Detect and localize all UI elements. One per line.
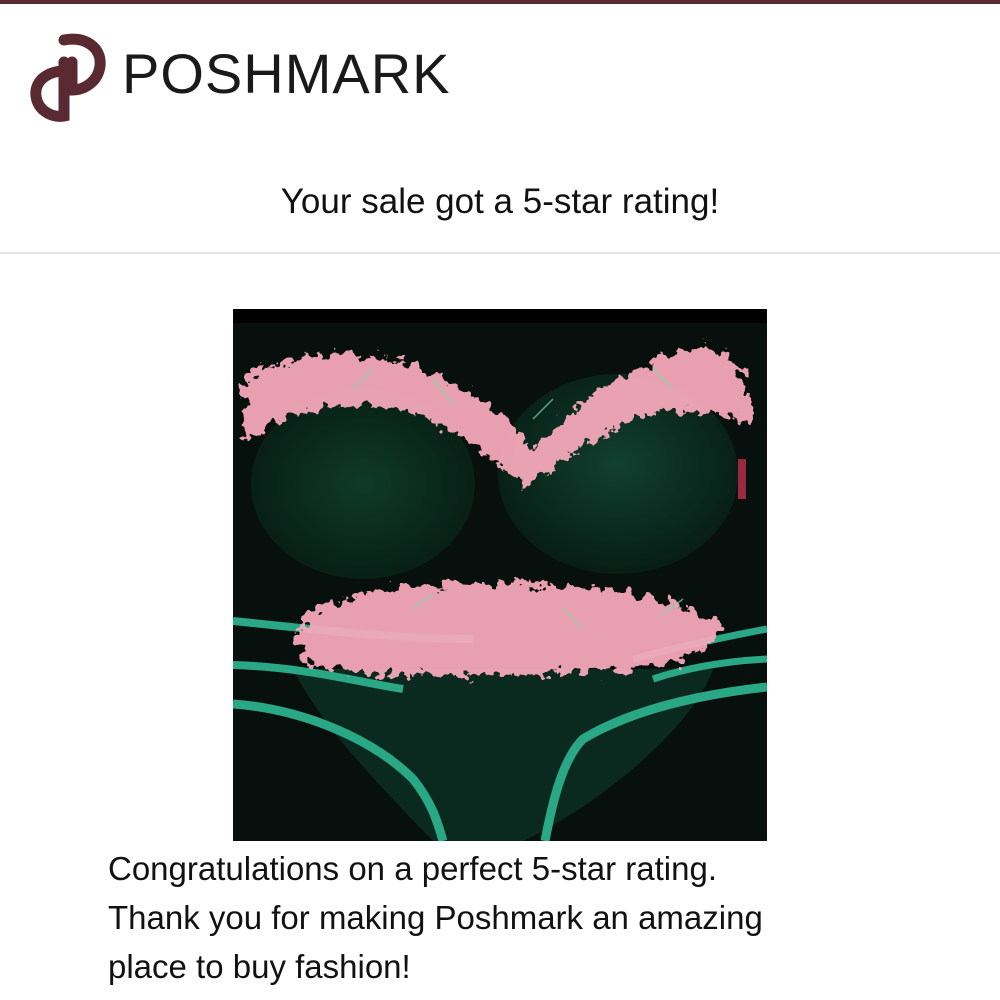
notification-headline: Your sale got a 5-star rating! [280,182,720,221]
poshmark-logo-icon [30,33,106,122]
section-divider [0,252,1000,254]
message-line: Thank you for making Poshmark an amazing [108,899,763,936]
product-photo-icon [233,309,767,841]
product-photo[interactable] [233,309,767,841]
email-page: POSHMARK Your sale got a 5-star rating! [0,0,1000,1000]
message-line: Congratulations on a perfect 5-star rati… [108,850,718,887]
brand-wordmark: POSHMARK [122,42,451,105]
brand-header[interactable]: POSHMARK [28,32,451,122]
top-accent-bar [0,0,1000,4]
congratulations-message: Congratulations on a perfect 5-star rati… [108,844,968,991]
message-line: place to buy fashion! [108,948,411,985]
